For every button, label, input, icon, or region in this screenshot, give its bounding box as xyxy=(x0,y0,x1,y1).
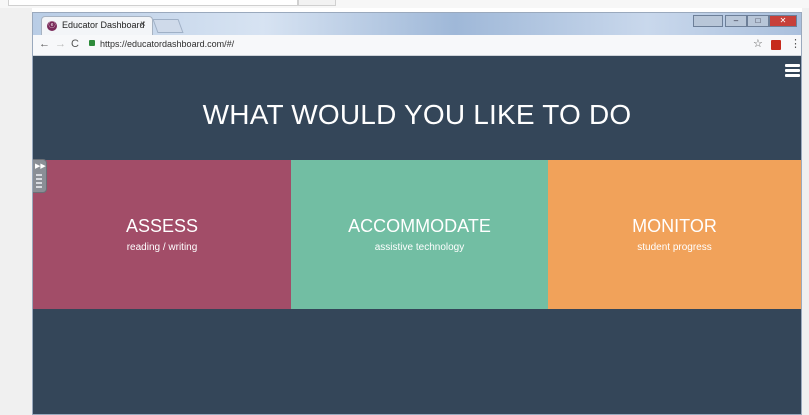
accommodate-panel[interactable]: ACCOMMODATE assistive technology xyxy=(291,160,548,309)
host-button[interactable] xyxy=(298,0,336,6)
minimize-button[interactable]: – xyxy=(725,15,747,27)
assess-panel[interactable]: ASSESS reading / writing xyxy=(33,160,291,309)
action-panels: ASSESS reading / writing ACCOMMODATE ass… xyxy=(33,160,801,309)
host-left-margin xyxy=(0,8,32,415)
hamburger-line-icon xyxy=(785,74,800,77)
new-tab-button[interactable] xyxy=(152,19,184,33)
address-bar[interactable]: https://educatordashboard.com/#/ xyxy=(87,38,767,52)
hamburger-line-icon xyxy=(785,69,800,72)
browser-menu-icon[interactable]: ⋮ xyxy=(790,37,801,50)
host-right-margin xyxy=(802,8,809,415)
window-user-button[interactable] xyxy=(693,15,723,27)
panel-title: MONITOR xyxy=(632,216,717,236)
monitor-panel[interactable]: MONITOR student progress xyxy=(548,160,801,309)
tab-close-icon[interactable]: × xyxy=(140,19,146,30)
page-viewport: WHAT WOULD YOU LIKE TO DO ASSESS reading… xyxy=(33,56,801,414)
browser-toolbar: ← → C https://educatordashboard.com/#/ ☆… xyxy=(33,35,801,56)
panel-title: ACCOMMODATE xyxy=(348,216,491,236)
panel-subtitle: student progress xyxy=(637,242,712,253)
reload-icon[interactable]: C xyxy=(71,38,79,50)
browser-window: ⓔ Educator Dashboard × – □ ✕ ← → C https… xyxy=(32,12,802,415)
close-window-button[interactable]: ✕ xyxy=(769,15,797,27)
browser-titlebar: ⓔ Educator Dashboard × – □ ✕ xyxy=(33,13,801,35)
back-arrow-icon[interactable]: ← xyxy=(39,38,50,50)
url-text[interactable]: https://educatordashboard.com/#/ xyxy=(100,39,234,49)
host-input-field[interactable] xyxy=(8,0,298,6)
educator-favicon-icon: ⓔ xyxy=(47,21,57,31)
maximize-button[interactable]: □ xyxy=(747,15,769,27)
pdf-extension-icon[interactable] xyxy=(771,40,781,50)
panel-subtitle: reading / writing xyxy=(126,242,198,253)
side-drawer-handle[interactable]: ▶▶ xyxy=(33,159,47,193)
expand-arrows-icon: ▶▶ xyxy=(35,163,46,170)
tab-title: Educator Dashboard xyxy=(62,20,145,30)
forward-arrow-icon[interactable]: → xyxy=(55,38,66,50)
page-headline: WHAT WOULD YOU LIKE TO DO xyxy=(202,99,632,130)
grip-icon xyxy=(36,174,42,188)
hamburger-line-icon xyxy=(785,64,800,67)
bookmark-star-icon[interactable]: ☆ xyxy=(753,37,763,50)
panel-title: ASSESS xyxy=(125,216,199,236)
hamburger-menu-icon[interactable] xyxy=(785,64,800,77)
browser-tab[interactable]: ⓔ Educator Dashboard × xyxy=(41,16,153,35)
panel-subtitle: assistive technology xyxy=(374,242,465,253)
lock-icon xyxy=(89,40,95,46)
